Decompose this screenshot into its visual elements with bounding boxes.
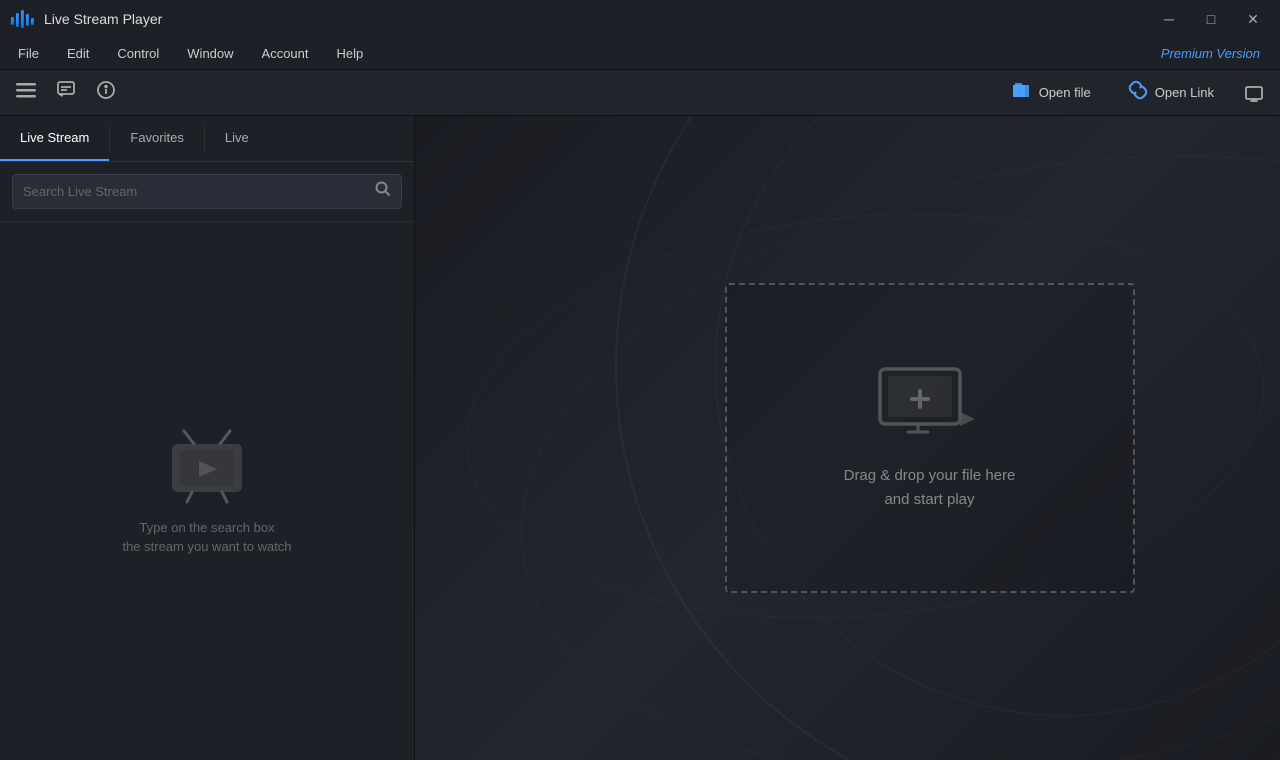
title-bar: Live Stream Player ─ □ ✕	[0, 0, 1280, 38]
main-layout: Live Stream Favorites Live	[0, 116, 1280, 760]
close-button[interactable]: ✕	[1234, 5, 1272, 33]
toolbar: Open file Open Link	[0, 70, 1280, 116]
hamburger-menu-button[interactable]	[8, 75, 44, 111]
menu-file[interactable]: File	[4, 42, 53, 65]
info-icon	[96, 80, 116, 105]
menu-window[interactable]: Window	[173, 42, 247, 65]
open-link-icon	[1127, 79, 1149, 106]
menu-control[interactable]: Control	[103, 42, 173, 65]
sidebar-content: Type on the search box the stream you wa…	[0, 222, 414, 760]
open-file-icon	[1011, 79, 1033, 106]
open-link-label: Open Link	[1155, 85, 1214, 100]
sidebar: Live Stream Favorites Live	[0, 116, 415, 760]
tv-icon-wrap: Type on the search box the stream you wa…	[122, 426, 291, 557]
chat-button[interactable]	[48, 75, 84, 111]
open-link-button[interactable]: Open Link	[1113, 73, 1228, 112]
cast-button[interactable]	[1236, 75, 1272, 111]
tv-icon	[162, 426, 252, 506]
minimize-button[interactable]: ─	[1150, 5, 1188, 33]
toolbar-right: Open file Open Link	[997, 73, 1272, 112]
maximize-button[interactable]: □	[1192, 5, 1230, 33]
chat-icon	[56, 80, 76, 105]
search-input[interactable]	[23, 184, 367, 199]
menu-bar: File Edit Control Window Account Help Pr…	[0, 38, 1280, 70]
main-content: Drag & drop your file here and start pla…	[415, 116, 1280, 760]
drop-zone[interactable]: Drag & drop your file here and start pla…	[725, 283, 1135, 593]
menu-edit[interactable]: Edit	[53, 42, 103, 65]
drop-icon	[875, 364, 985, 444]
premium-version-label: Premium Version	[1161, 46, 1276, 61]
app-title: Live Stream Player	[44, 11, 1150, 27]
tab-live[interactable]: Live	[205, 116, 269, 161]
search-container	[0, 162, 414, 222]
sidebar-hint: Type on the search box the stream you wa…	[122, 518, 291, 557]
app-logo-icon	[8, 5, 36, 33]
search-button[interactable]	[375, 181, 391, 202]
tab-live-stream[interactable]: Live Stream	[0, 116, 109, 161]
menu-help[interactable]: Help	[323, 42, 378, 65]
menu-account[interactable]: Account	[248, 42, 323, 65]
info-button[interactable]	[88, 75, 124, 111]
open-file-button[interactable]: Open file	[997, 73, 1105, 112]
hamburger-icon	[16, 80, 36, 105]
tab-favorites[interactable]: Favorites	[110, 116, 203, 161]
search-box	[12, 174, 402, 209]
tab-bar: Live Stream Favorites Live	[0, 116, 414, 162]
window-controls: ─ □ ✕	[1150, 5, 1272, 33]
drop-zone-text: Drag & drop your file here and start pla…	[844, 464, 1016, 512]
open-file-label: Open file	[1039, 85, 1091, 100]
